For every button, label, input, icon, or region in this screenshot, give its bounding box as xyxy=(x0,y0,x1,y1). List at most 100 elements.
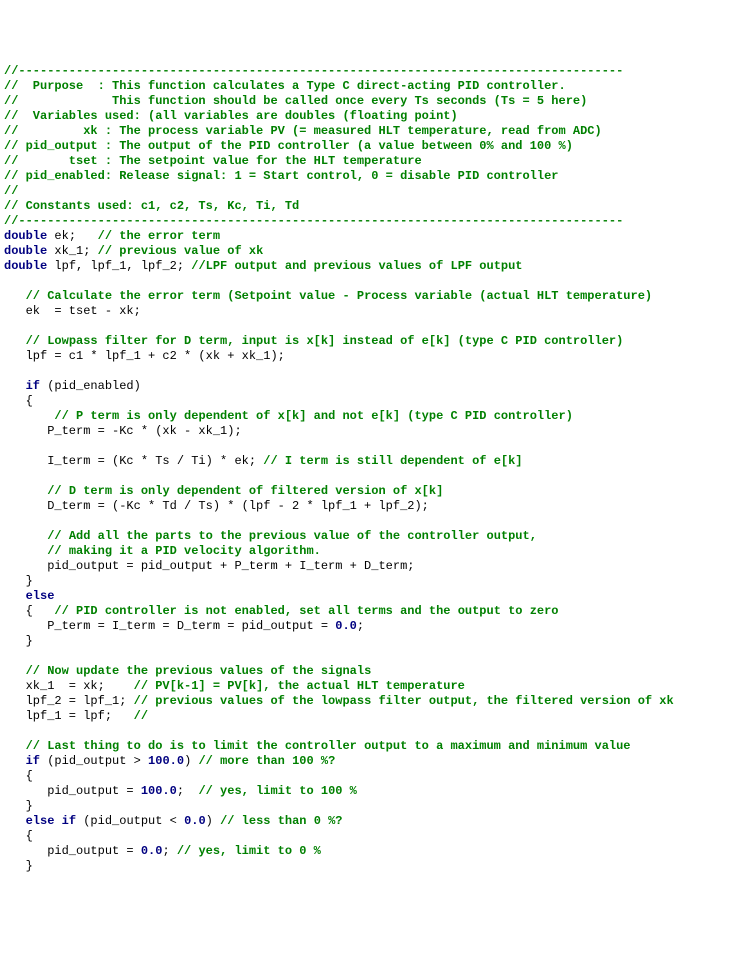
code-line: // P term is only dependent of x[k] and … xyxy=(4,409,741,424)
code-text: pid_output = xyxy=(4,784,141,798)
comment-text: // PV[k-1] = PV[k], the actual HLT tempe… xyxy=(134,679,465,693)
code-text: ek = tset - xk; xyxy=(4,304,141,318)
code-line: ek = tset - xk; xyxy=(4,304,741,319)
code-line: // Calculate the error term (Setpoint va… xyxy=(4,289,741,304)
code-text xyxy=(4,814,26,828)
code-line: // Lowpass filter for D term, input is x… xyxy=(4,334,741,349)
code-line: // Add all the parts to the previous val… xyxy=(4,529,741,544)
code-text: ; xyxy=(357,619,364,633)
code-text: I_term = (Kc * Ts / Ti) * ek; xyxy=(4,454,263,468)
comment-text: // Now update the previous values of the… xyxy=(26,664,372,678)
code-line: lpf = c1 * lpf_1 + c2 * (xk + xk_1); xyxy=(4,349,741,364)
code-text: { xyxy=(4,604,54,618)
code-line: xk_1 = xk; // PV[k-1] = PV[k], the actua… xyxy=(4,679,741,694)
comment-text: // xyxy=(134,709,148,723)
comment-text: // Last thing to do is to limit the cont… xyxy=(26,739,631,753)
code-line: // Purpose : This function calculates a … xyxy=(4,79,741,94)
comment-text: // yes, limit to 100 % xyxy=(198,784,356,798)
code-line: pid_output = 100.0; // yes, limit to 100… xyxy=(4,784,741,799)
keyword-text: if xyxy=(26,379,40,393)
comment-text: // This function should be called once e… xyxy=(4,94,587,108)
code-line: } xyxy=(4,859,741,874)
code-line xyxy=(4,649,741,664)
code-text xyxy=(4,379,26,393)
code-text: pid_output = xyxy=(4,844,141,858)
comment-text: // xk : The process variable PV (= measu… xyxy=(4,124,602,138)
comment-text: // Add all the parts to the previous val… xyxy=(47,529,537,543)
code-text: } xyxy=(4,799,33,813)
comment-text: // more than 100 %? xyxy=(198,754,335,768)
code-line: // Constants used: c1, c2, Ts, Kc, Ti, T… xyxy=(4,199,741,214)
comment-text: // D term is only dependent of filtered … xyxy=(47,484,443,498)
code-line: lpf_2 = lpf_1; // previous values of the… xyxy=(4,694,741,709)
code-text: lpf, lpf_1, lpf_2; xyxy=(47,259,191,273)
code-line: // pid_output : The output of the PID co… xyxy=(4,139,741,154)
comment-text: // pid_output : The output of the PID co… xyxy=(4,139,573,153)
comment-text: // P term is only dependent of x[k] and … xyxy=(54,409,572,423)
code-text: ; xyxy=(162,844,176,858)
code-text: xk_1; xyxy=(47,244,97,258)
code-text: D_term = (-Kc * Td / Ts) * (lpf - 2 * lp… xyxy=(4,499,429,513)
code-text: { xyxy=(4,769,33,783)
code-text: (pid_enabled) xyxy=(40,379,141,393)
code-line xyxy=(4,514,741,529)
code-line: // Last thing to do is to limit the cont… xyxy=(4,739,741,754)
code-line: // Now update the previous values of the… xyxy=(4,664,741,679)
code-line: { xyxy=(4,829,741,844)
code-text xyxy=(4,754,26,768)
code-line: P_term = -Kc * (xk - xk_1); xyxy=(4,424,741,439)
code-line: } xyxy=(4,634,741,649)
code-line: { // PID controller is not enabled, set … xyxy=(4,604,741,619)
code-line: I_term = (Kc * Ts / Ti) * ek; // I term … xyxy=(4,454,741,469)
code-text: } xyxy=(4,574,33,588)
code-line: pid_output = 0.0; // yes, limit to 0 % xyxy=(4,844,741,859)
keyword-text: 0.0 xyxy=(141,844,163,858)
comment-text: //--------------------------------------… xyxy=(4,214,623,228)
code-line: //--------------------------------------… xyxy=(4,64,741,79)
comment-text: // previous values of the lowpass filter… xyxy=(134,694,674,708)
code-line: P_term = I_term = D_term = pid_output = … xyxy=(4,619,741,634)
code-text xyxy=(4,409,54,423)
code-line: else if (pid_output < 0.0) // less than … xyxy=(4,814,741,829)
code-line xyxy=(4,319,741,334)
code-text: ; xyxy=(177,784,199,798)
keyword-text: if xyxy=(62,814,76,828)
code-line: { xyxy=(4,394,741,409)
code-line: double xk_1; // previous value of xk xyxy=(4,244,741,259)
code-text: { xyxy=(4,829,33,843)
code-line: double lpf, lpf_1, lpf_2; //LPF output a… xyxy=(4,259,741,274)
code-line: pid_output = pid_output + P_term + I_ter… xyxy=(4,559,741,574)
code-text xyxy=(4,289,26,303)
code-text: lpf_2 = lpf_1; xyxy=(4,694,134,708)
code-line xyxy=(4,439,741,454)
code-text: { xyxy=(4,394,33,408)
keyword-text: 0.0 xyxy=(184,814,206,828)
code-line: // This function should be called once e… xyxy=(4,94,741,109)
code-text: lpf = c1 * lpf_1 + c2 * (xk + xk_1); xyxy=(4,349,285,363)
code-line: } xyxy=(4,574,741,589)
code-line: else xyxy=(4,589,741,604)
comment-text: // the error term xyxy=(98,229,220,243)
comment-text: //LPF output and previous values of LPF … xyxy=(191,259,522,273)
code-text xyxy=(4,484,47,498)
code-line: D_term = (-Kc * Td / Ts) * (lpf - 2 * lp… xyxy=(4,499,741,514)
comment-text: // tset : The setpoint value for the HLT… xyxy=(4,154,422,168)
code-line: { xyxy=(4,769,741,784)
comment-text: // I term is still dependent of e[k] xyxy=(263,454,522,468)
comment-text: // Variables used: (all variables are do… xyxy=(4,109,458,123)
comment-text: // Calculate the error term (Setpoint va… xyxy=(26,289,653,303)
code-text: (pid_output < xyxy=(76,814,184,828)
code-line: // making it a PID velocity algorithm. xyxy=(4,544,741,559)
comment-text: // Purpose : This function calculates a … xyxy=(4,79,566,93)
code-line xyxy=(4,274,741,289)
keyword-text: if xyxy=(26,754,40,768)
code-line: // pid_enabled: Release signal: 1 = Star… xyxy=(4,169,741,184)
keyword-text: 100.0 xyxy=(148,754,184,768)
comment-text: // xyxy=(4,184,18,198)
keyword-text: double xyxy=(4,244,47,258)
code-line: if (pid_enabled) xyxy=(4,379,741,394)
comment-text: //--------------------------------------… xyxy=(4,64,623,78)
code-line: // xyxy=(4,184,741,199)
code-line: double ek; // the error term xyxy=(4,229,741,244)
keyword-text: else xyxy=(26,814,55,828)
